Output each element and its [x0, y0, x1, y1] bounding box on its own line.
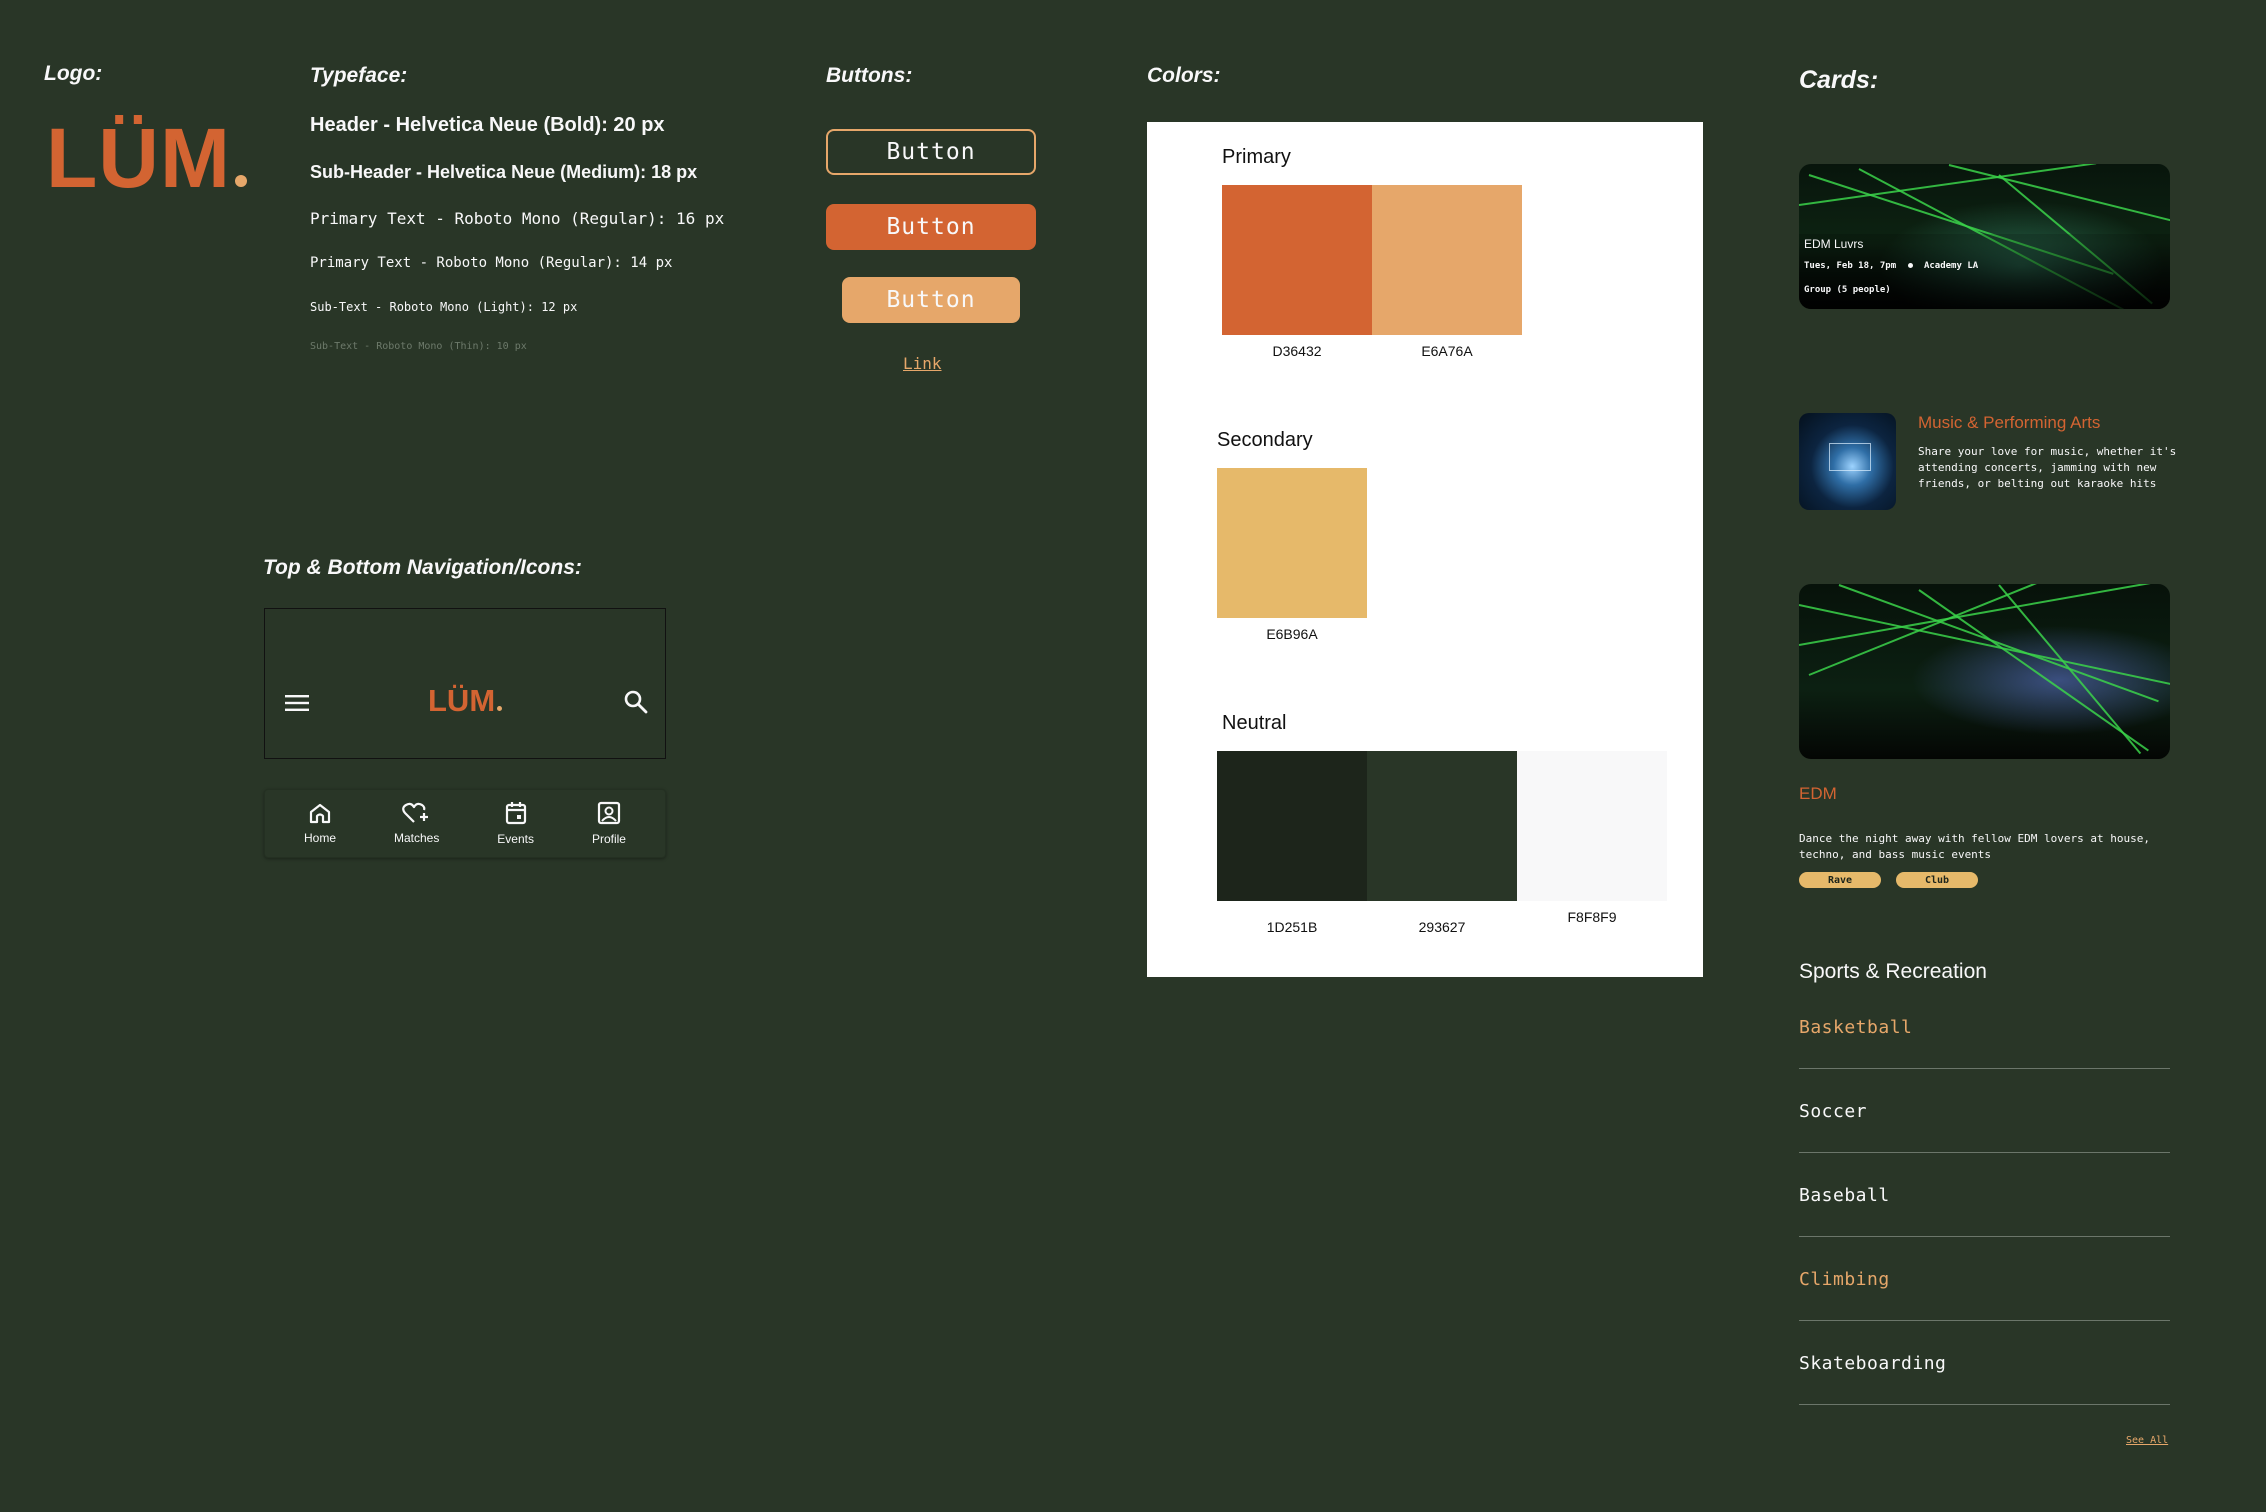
bottom-nav-home[interactable]: Home	[304, 802, 336, 845]
calendar-icon	[504, 801, 528, 828]
secondary-colors-label: Secondary	[1217, 429, 1313, 451]
neutral-swatch-2	[1367, 751, 1517, 901]
color-palette-panel: Primary D36432 E6A76A Secondary E6B96A N…	[1147, 122, 1703, 977]
bottom-navigation-bar: Home Matches Events Profile	[264, 789, 666, 858]
top-nav-logo-wordmark: LÜM	[428, 683, 496, 718]
bottom-nav-matches[interactable]: Matches	[394, 802, 439, 845]
home-icon	[308, 802, 332, 827]
colors-section-title: Colors:	[1147, 64, 1221, 87]
primary-button[interactable]: Button	[826, 204, 1036, 250]
bottom-nav-events[interactable]: Events	[497, 801, 534, 846]
category-card-image[interactable]	[1799, 413, 1896, 510]
list-divider	[1799, 1320, 2170, 1321]
brand-logo: LÜM	[46, 116, 247, 200]
outline-button[interactable]: Button	[826, 129, 1036, 175]
sports-section-title: Sports & Recreation	[1799, 960, 1987, 983]
bottom-nav-home-label: Home	[303, 831, 336, 845]
navigation-section-title: Top & Bottom Navigation/Icons:	[263, 556, 582, 579]
list-divider	[1799, 1068, 2170, 1069]
neutral-colors-label: Neutral	[1222, 712, 1287, 734]
event-card[interactable]: EDM Luvrs Tues, Feb 18, 7pm Academy LA G…	[1799, 164, 2170, 309]
neutral-swatch-3-hex: F8F8F9	[1567, 909, 1617, 925]
list-divider	[1799, 1404, 2170, 1405]
see-all-link[interactable]: See All	[2126, 1435, 2168, 1446]
neutral-swatch-1-hex: 1D251B	[1266, 919, 1318, 935]
primary-swatch-2-hex: E6A76A	[1421, 343, 1473, 359]
sports-item-skateboarding[interactable]: Skateboarding	[1799, 1353, 1946, 1374]
sports-item-climbing[interactable]: Climbing	[1799, 1269, 1890, 1290]
typeface-section-title: Typeface:	[310, 64, 408, 87]
bottom-nav-events-label: Events	[497, 832, 534, 846]
primary-swatch-1-hex: D36432	[1272, 343, 1322, 359]
primary-swatch-2	[1372, 185, 1522, 335]
secondary-swatch-1-hex: E6B96A	[1266, 626, 1318, 642]
logo-section-title: Logo:	[44, 62, 103, 85]
typeface-primary14-sample: Primary Text - Roboto Mono (Regular): 14…	[310, 255, 673, 271]
genre-card-image[interactable]	[1799, 584, 2170, 759]
typeface-primary16-sample: Primary Text - Roboto Mono (Regular): 16…	[310, 209, 725, 228]
event-card-location: Academy LA	[1923, 261, 1979, 271]
event-card-date: Tues, Feb 18, 7pm	[1804, 261, 1897, 271]
event-card-group: Group (5 people)	[1804, 285, 1891, 295]
profile-icon	[597, 801, 621, 828]
typeface-subtext10-sample: Sub-Text - Roboto Mono (Thin): 10 px	[310, 341, 527, 352]
bullet-dot-icon	[1907, 263, 1913, 268]
top-nav-logo-dot-icon	[497, 706, 503, 711]
search-icon[interactable]	[623, 689, 649, 720]
heart-plus-icon	[401, 802, 432, 827]
text-link[interactable]: Link	[903, 354, 942, 373]
hamburger-menu-icon[interactable]	[284, 693, 310, 718]
neutral-swatch-2-hex: 293627	[1418, 919, 1466, 935]
typeface-subheader-sample: Sub-Header - Helvetica Neue (Medium): 18…	[310, 162, 698, 182]
event-card-title: EDM Luvrs	[1804, 237, 1864, 251]
neutral-swatch-1	[1217, 751, 1367, 901]
category-card-description: Share your love for music, whether it's …	[1918, 445, 2177, 490]
buttons-section-title: Buttons:	[826, 64, 913, 87]
neutral-swatch-3	[1517, 751, 1667, 901]
cards-section-title: Cards:	[1799, 66, 1879, 94]
top-navigation-bar: LÜM	[264, 608, 666, 759]
primary-swatch-1	[1222, 185, 1372, 335]
list-divider	[1799, 1152, 2170, 1153]
tag-rave[interactable]: Rave	[1799, 872, 1881, 888]
secondary-button[interactable]: Button	[842, 277, 1020, 323]
logo-dot-icon	[234, 175, 247, 187]
list-divider	[1799, 1236, 2170, 1237]
bottom-nav-profile-label: Profile	[591, 832, 626, 846]
typeface-header-sample: Header - Helvetica Neue (Bold): 20 px	[310, 114, 665, 136]
secondary-swatch-1	[1217, 468, 1367, 618]
logo-wordmark: LÜM	[46, 111, 231, 205]
genre-card-title[interactable]: EDM	[1799, 784, 1837, 804]
top-nav-logo[interactable]: LÜM	[428, 683, 503, 719]
sports-item-soccer[interactable]: Soccer	[1799, 1101, 1867, 1122]
bottom-nav-profile[interactable]: Profile	[592, 801, 626, 846]
primary-colors-label: Primary	[1222, 146, 1291, 168]
typeface-subtext12-sample: Sub-Text - Roboto Mono (Light): 12 px	[310, 300, 578, 314]
category-card-title[interactable]: Music & Performing Arts	[1918, 413, 2100, 433]
genre-card-description: Dance the night away with fellow EDM lov…	[1799, 832, 2150, 861]
bottom-nav-matches-label: Matches	[393, 831, 440, 845]
event-card-details: Tues, Feb 18, 7pm Academy LA	[1804, 261, 1978, 271]
sports-item-baseball[interactable]: Baseball	[1799, 1185, 1890, 1206]
tag-club[interactable]: Club	[1896, 872, 1978, 888]
sports-item-basketball[interactable]: Basketball	[1799, 1017, 1912, 1038]
